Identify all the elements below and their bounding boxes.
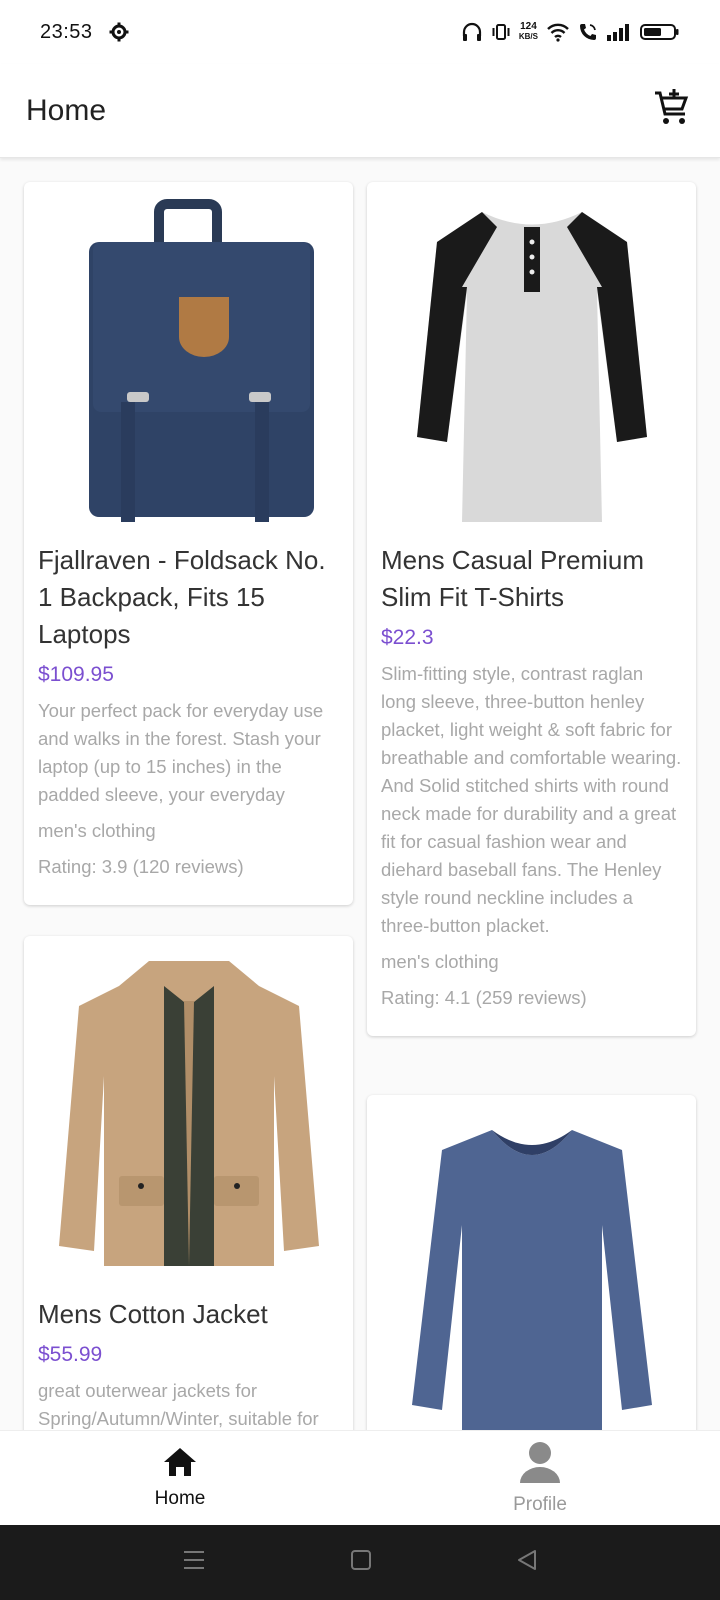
product-grid: Fjallraven - Foldsack No. 1 Backpack, Fi… (0, 158, 720, 1430)
status-time: 23:53 (40, 20, 93, 43)
wifi-icon (546, 22, 570, 42)
product-description: great outerwear jackets for Spring/Autum… (38, 1380, 319, 1429)
product-card[interactable] (367, 1095, 696, 1430)
product-description: Slim-fitting style, contrast raglan long… (381, 663, 682, 936)
wifi-call-icon (578, 22, 598, 42)
product-title: Mens Cotton Jacket (38, 1299, 268, 1329)
longsleeve-shirt-image (411, 1130, 652, 1430)
system-navigation-bar (0, 1525, 720, 1600)
settings-gear-icon (109, 22, 129, 42)
product-card[interactable]: Mens Cotton Jacket $55.99 great outerwea… (24, 936, 353, 1430)
nav-profile-label: Profile (513, 1493, 567, 1515)
product-title: Fjallraven - Foldsack No. 1 Backpack, Fi… (38, 545, 326, 649)
product-rating: Rating: 4.1 (259 reviews) (381, 987, 587, 1008)
net-speed: 124 KB/S (519, 22, 538, 42)
product-description: Your perfect pack for everyday use and w… (38, 700, 324, 805)
backpack-image (88, 199, 314, 522)
page-title: Home (26, 93, 107, 127)
status-icons: 124 KB/S (461, 22, 680, 42)
net-speed-value: 124 (520, 21, 537, 32)
add-shopping-cart-icon (653, 89, 691, 132)
app-bar: Home (0, 64, 720, 158)
home-icon (163, 1447, 197, 1482)
net-speed-unit: KB/S (518, 32, 538, 41)
back-triangle-icon[interactable] (516, 1549, 538, 1576)
product-price: $109.95 (38, 663, 114, 686)
headphones-icon (461, 22, 483, 42)
nav-home[interactable]: Home (0, 1431, 360, 1525)
product-card[interactable]: Mens Casual Premium Slim Fit T-Shirts $2… (367, 182, 696, 1036)
product-category: men's clothing (38, 820, 156, 841)
signal-icon (606, 22, 632, 42)
product-image (367, 182, 696, 542)
bottom-navigation: Home Profile (0, 1430, 720, 1525)
status-bar: 23:53 124 KB/S (0, 0, 720, 64)
product-image (367, 1095, 696, 1430)
battery-icon (640, 22, 680, 42)
product-price: $55.99 (38, 1343, 103, 1366)
jacket-image (58, 961, 319, 1266)
add-to-cart-button[interactable] (650, 89, 694, 133)
nav-profile[interactable]: Profile (360, 1431, 720, 1525)
product-image (24, 936, 353, 1296)
home-square-icon[interactable] (350, 1549, 372, 1576)
menu-icon[interactable] (182, 1549, 206, 1576)
product-category: men's clothing (381, 951, 499, 972)
nav-home-label: Home (154, 1487, 206, 1509)
tshirt-image (416, 212, 647, 522)
profile-icon (518, 1441, 562, 1488)
product-title: Mens Casual Premium Slim Fit T-Shirts (381, 545, 644, 612)
vibrate-icon (491, 22, 511, 42)
product-image (24, 182, 353, 542)
product-rating: Rating: 3.9 (120 reviews) (38, 856, 244, 877)
product-price: $22.3 (381, 626, 434, 649)
product-card[interactable]: Fjallraven - Foldsack No. 1 Backpack, Fi… (24, 182, 353, 905)
